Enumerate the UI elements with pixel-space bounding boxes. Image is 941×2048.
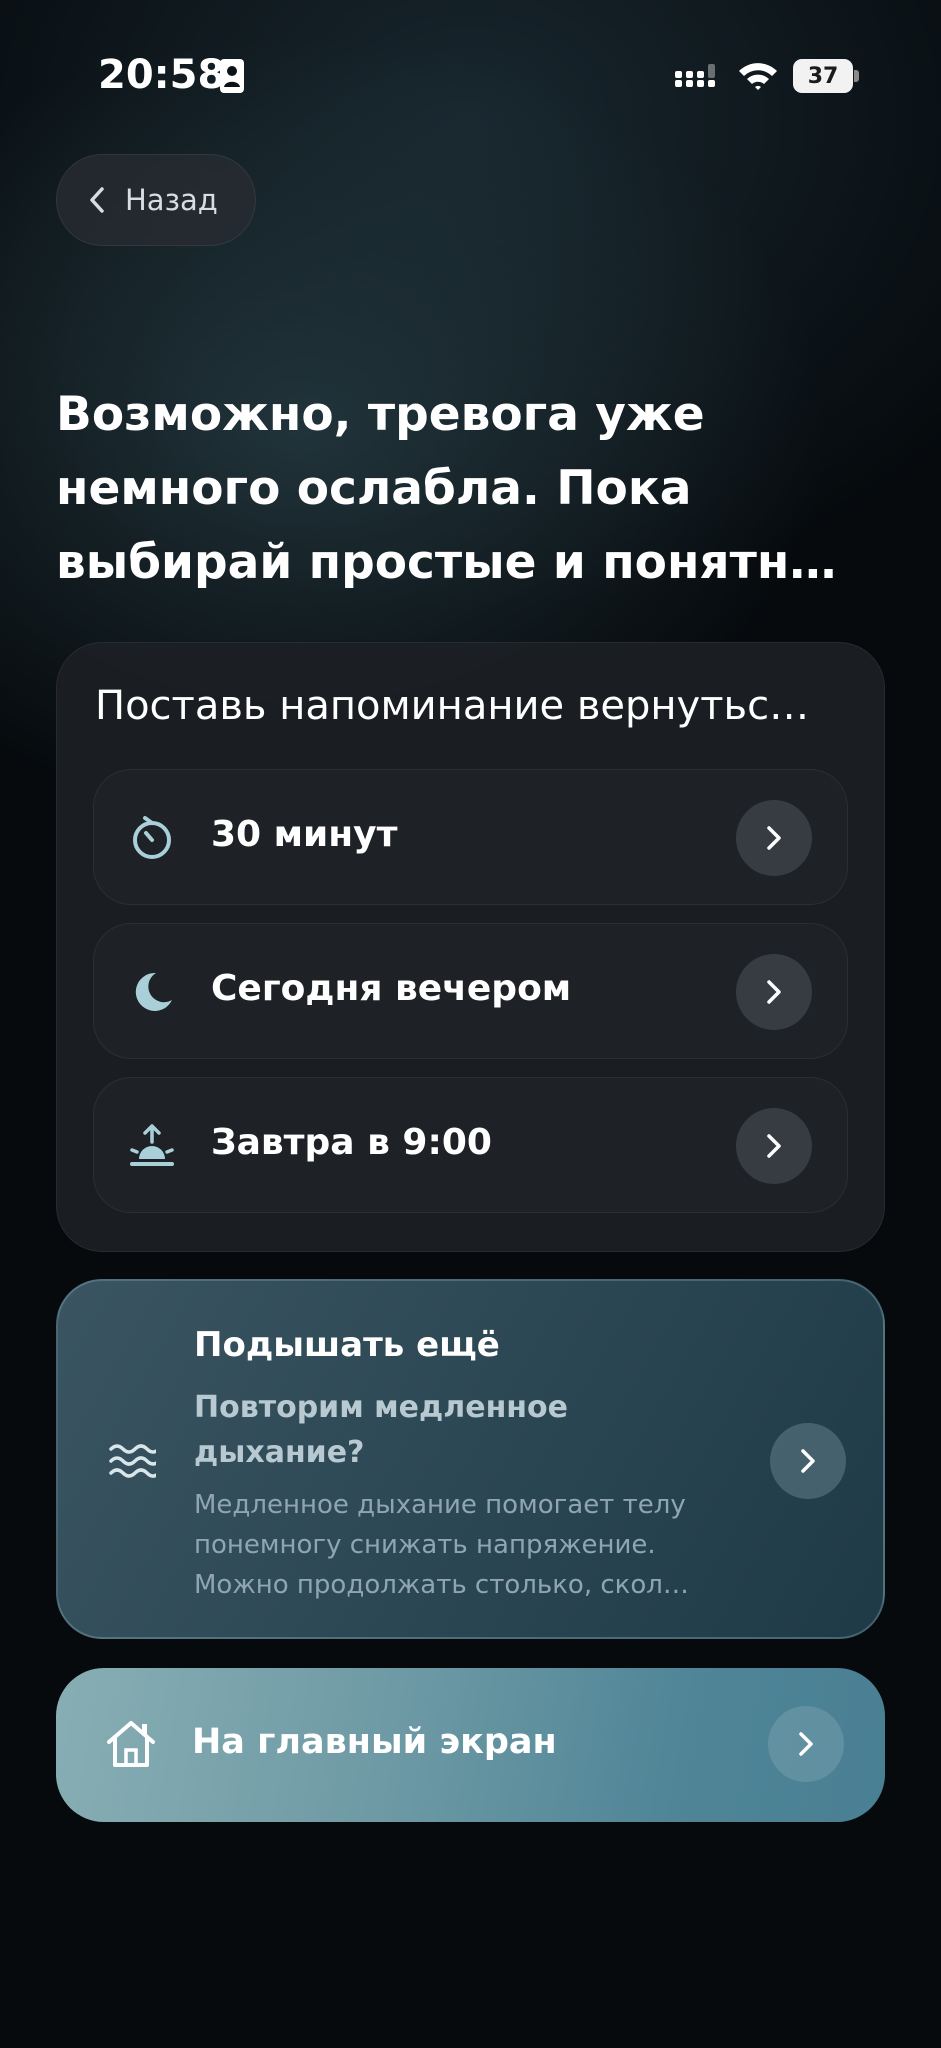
reminder-option-label: 30 минут [211,814,398,855]
reminder-option-30-min[interactable]: 30 минут [93,769,848,905]
chevron-right-icon [736,800,812,876]
home-screen-button[interactable]: На главный экран [56,1668,885,1822]
page-title: Возможно, тревога уже немного ослабла. П… [56,387,837,590]
reminder-option-tonight[interactable]: Сегодня вечером [93,923,848,1059]
reminder-option-label: Завтра в 9:00 [211,1122,492,1163]
timer-icon [133,816,171,859]
breathe-subtitle: Повторим медленное дыхание? [194,1390,568,1470]
waves-icon [109,1444,156,1478]
status-time: 20:58 [98,52,226,98]
chevron-right-icon [768,1706,844,1782]
chevron-right-icon [770,1423,846,1499]
moon-icon [135,972,172,1011]
chevron-right-icon [736,1108,812,1184]
reminder-option-tomorrow[interactable]: Завтра в 9:00 [93,1077,848,1213]
breathe-title: Подышать ещё [194,1325,500,1365]
home-button-label: На главный экран [192,1722,557,1762]
back-label: Назад [125,183,218,217]
battery-icon: 37 [793,59,859,93]
wifi-icon [739,63,777,90]
breathe-description: Медленное дыхание помогает телу понемног… [194,1490,689,1600]
chevron-left-icon [90,187,104,213]
back-button[interactable]: Назад [56,154,256,246]
breathe-again-card[interactable]: Подышать ещё Повторим медленное дыхание?… [56,1279,885,1639]
reminder-card: Поставь напоминание вернутьс… 30 минут С… [56,642,885,1252]
contact-card-icon [220,59,244,93]
home-icon [107,1721,155,1767]
chevron-right-icon [736,954,812,1030]
status-bar: 20:58 37 [0,0,941,150]
reminder-option-label: Сегодня вечером [211,968,572,1009]
battery-level: 37 [807,63,839,89]
signal-icon [675,64,715,87]
sunrise-icon [130,1124,174,1166]
reminder-title: Поставь напоминание вернутьс… [95,683,810,729]
